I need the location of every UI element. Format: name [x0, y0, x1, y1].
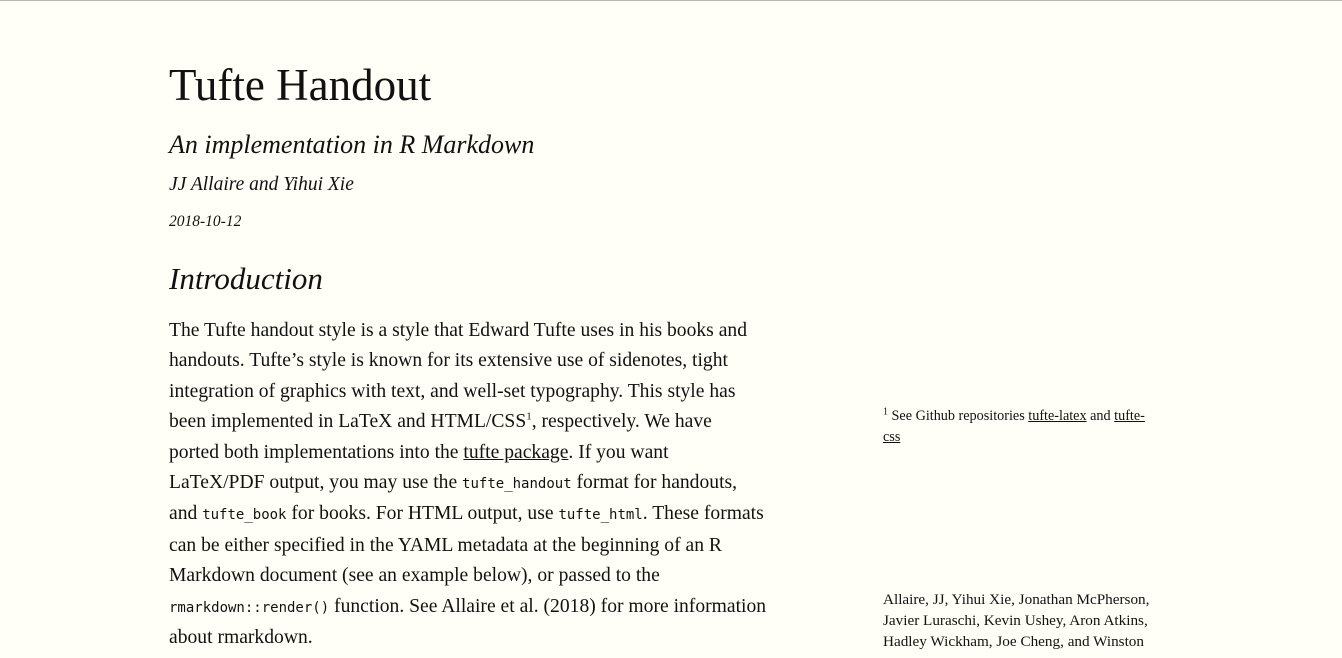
paragraph-text: . [307, 627, 313, 649]
date-line: 2018-10-12 [169, 213, 242, 230]
inline-code: tufte_handout [462, 476, 572, 493]
paragraph-line: about rmarkdown. [169, 623, 819, 653]
tufte-latex-link[interactable]: tufte-latex [1028, 408, 1086, 424]
page-subtitle: An implementation in R Markdown [169, 130, 535, 159]
paragraph-text: . These formats [642, 503, 764, 525]
sidenote-text: and [1086, 408, 1115, 424]
paragraph-text: and [169, 503, 203, 525]
reference-line: Allaire, JJ, Yihui Xie, Jonathan McPhers… [883, 591, 1150, 608]
paragraph-line: LaTeX/PDF output, you may use the tufte_… [169, 468, 819, 499]
inline-code: tufte_book [202, 507, 287, 524]
paragraph-line: rmarkdown::render() function. See Allair… [169, 592, 819, 623]
paragraph-text: about [169, 627, 218, 649]
paragraph-text: ported both implementations into the [169, 441, 464, 463]
tufte-package-link[interactable]: tufte package [463, 442, 568, 463]
inline-code: tufte_html [558, 507, 643, 524]
sidenote-line: 1 See Github repositories tufte-latex an… [883, 406, 1203, 427]
document-page: Tufte Handout An implementation in R Mar… [169, 0, 1269, 658]
author-line: JJ Allaire and Yihui Xie [169, 174, 354, 195]
paragraph-text: format for handouts, [571, 472, 738, 494]
paragraph-text: been implemented in LaTeX and HTML/CSS [169, 411, 527, 433]
paragraph-line: can be either specified in the YAML meta… [169, 534, 722, 556]
sidenote-text: See Github repositories [888, 408, 1029, 424]
paragraph-text: function. See Allaire et al. (2018) for … [329, 595, 767, 617]
paragraph-text: , respectively. We have [531, 411, 712, 433]
paragraph-text: . If you want [568, 441, 669, 463]
reference-line: Javier Luraschi, Kevin Ushey, Aron Atkin… [883, 612, 1148, 629]
paragraph-line: handouts. Tufte’s style is known for its… [169, 350, 728, 372]
sidenote-line: css [883, 427, 1203, 448]
paragraph-text: for books. For HTML output, use [286, 503, 559, 525]
package-name: rmarkdown [217, 627, 308, 649]
reference-marginnote: Allaire, JJ, Yihui Xie, Jonathan McPhers… [883, 589, 1203, 652]
section-heading-introduction: Introduction [169, 261, 323, 296]
page-title: Tufte Handout [169, 60, 432, 110]
sidenote: 1 See Github repositories tufte-latex an… [883, 406, 1203, 448]
paragraph-line: integration of graphics with text, and w… [169, 380, 736, 402]
tufte-css-link-continued[interactable]: css [883, 429, 900, 445]
paragraph-line: The Tufte handout style is a style that … [169, 320, 747, 341]
inline-code: rmarkdown::render() [169, 599, 330, 616]
paragraph-line: and tufte_book for books. For HTML outpu… [169, 499, 819, 530]
paragraph-line: been implemented in LaTeX and HTML/CSS1,… [169, 407, 819, 437]
paragraph-line: Markdown document (see an example below)… [169, 565, 660, 587]
intro-paragraph: The Tufte handout style is a style that … [169, 316, 819, 653]
paragraph-line: ported both implementations into the tuf… [169, 438, 819, 468]
paragraph-text: LaTeX/PDF output, you may use the [169, 472, 463, 494]
reference-line: Hadley Wickham, Joe Cheng, and Winston [883, 633, 1144, 650]
tufte-css-link[interactable]: tufte- [1114, 408, 1145, 424]
